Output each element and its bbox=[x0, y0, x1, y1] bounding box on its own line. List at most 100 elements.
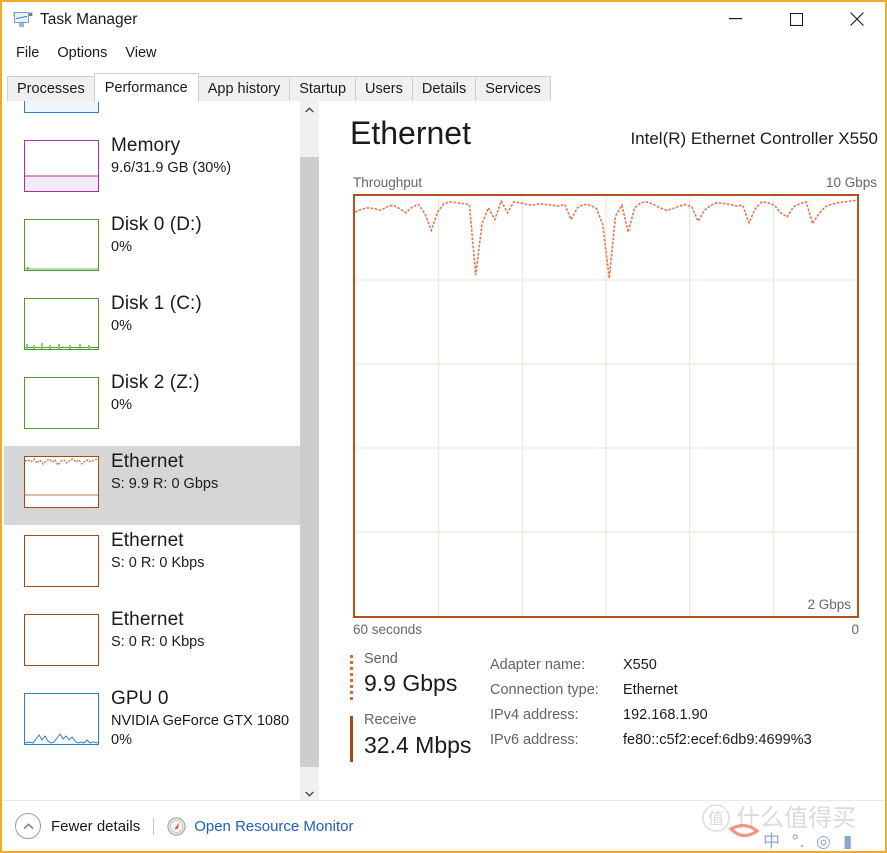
chevron-up-icon bbox=[305, 107, 314, 113]
sidebar-scrollbar[interactable] bbox=[300, 101, 319, 803]
page-title: Ethernet bbox=[350, 115, 471, 151]
stats-section: Send 9.9 Gbps Receive 32.4 Mbps Adapter … bbox=[350, 651, 880, 773]
graph-axis-label: Throughput bbox=[353, 175, 423, 190]
graph-time-label: 60 seconds bbox=[353, 622, 423, 637]
chart-gridlines bbox=[355, 196, 857, 616]
menu-item-options[interactable]: Options bbox=[48, 44, 116, 63]
scrollbar-thumb[interactable] bbox=[300, 157, 319, 767]
connection-type-label: Connection type: bbox=[490, 682, 599, 698]
task-manager-window: Task Manager File Options View Processes… bbox=[0, 0, 887, 853]
ipv6-value: fe80::c5f2:ecef:6db9:4699%3 bbox=[623, 732, 812, 748]
disk-2-thumbnail bbox=[24, 377, 99, 429]
menu-item-file[interactable]: File bbox=[7, 44, 48, 63]
ethernet-idle-2-label: Ethernet bbox=[111, 609, 184, 630]
resource-monitor-icon bbox=[167, 816, 186, 836]
minimize-button[interactable] bbox=[712, 2, 758, 36]
receive-label: Receive bbox=[364, 712, 417, 729]
sidebar-item-memory[interactable]: Memory 9.6/31.9 GB (30%) bbox=[4, 130, 300, 209]
memory-value: 9.6/31.9 GB (30%) bbox=[111, 159, 232, 176]
graph-bottom-labels: 60 seconds 0 bbox=[353, 622, 859, 637]
send-label: Send bbox=[364, 651, 398, 667]
pane-divider bbox=[322, 101, 323, 803]
disk-0-value: 0% bbox=[111, 238, 132, 255]
info-row: IPv6 address: fe80::c5f2:ecef:6db9:4699%… bbox=[490, 728, 880, 753]
sidebar-item-cpu[interactable]: 41% 4.01 GHz bbox=[4, 101, 300, 130]
ethernet-idle-1-label: Ethernet bbox=[111, 530, 184, 551]
ethernet-idle-1-value: S: 0 R: 0 Kbps bbox=[111, 554, 205, 571]
receive-stat: Receive 32.4 Mbps bbox=[350, 712, 490, 763]
memory-label: Memory bbox=[111, 135, 181, 156]
content-area: 41% 4.01 GHz Memory 9.6/31.9 GB (30%) bbox=[2, 101, 885, 803]
graph-max-label: 10 Gbps bbox=[825, 175, 877, 190]
info-row: Adapter name: X550 bbox=[490, 653, 880, 678]
send-marker-icon bbox=[350, 655, 353, 701]
menu-item-view[interactable]: View bbox=[116, 44, 165, 63]
sidebar-item-ethernet-idle-1[interactable]: Ethernet S: 0 R: 0 Kbps bbox=[4, 525, 300, 604]
title-bar: Task Manager bbox=[2, 2, 885, 38]
sidebar-item-ethernet-active[interactable]: Ethernet S: 9.9 R: 0 Gbps bbox=[4, 446, 300, 525]
ipv6-label: IPv6 address: bbox=[490, 732, 579, 748]
ethernet-active-label: Ethernet bbox=[111, 451, 184, 472]
throughput-stats: Send 9.9 Gbps Receive 32.4 Mbps bbox=[350, 651, 490, 773]
ethernet-active-value: S: 9.9 R: 0 Gbps bbox=[111, 475, 219, 492]
disk-1-value: 0% bbox=[111, 317, 132, 334]
disk-0-label: Disk 0 (D:) bbox=[111, 214, 202, 235]
throughput-graph: 2 Gbps bbox=[353, 194, 859, 618]
send-value: 9.9 Gbps bbox=[364, 670, 458, 697]
disk-2-label: Disk 2 (Z:) bbox=[111, 372, 200, 393]
ethernet-active-thumbnail bbox=[24, 456, 99, 508]
tab-app-history[interactable]: App history bbox=[197, 76, 291, 101]
tab-services[interactable]: Services bbox=[475, 76, 551, 101]
disk-0-thumbnail bbox=[24, 219, 99, 271]
window-title: Task Manager bbox=[40, 11, 138, 29]
task-manager-icon bbox=[13, 11, 33, 29]
connection-type-value: Ethernet bbox=[623, 682, 678, 698]
sidebar-item-disk-0[interactable]: Disk 0 (D:) 0% bbox=[4, 209, 300, 288]
disk-2-value: 0% bbox=[111, 396, 132, 413]
tab-processes[interactable]: Processes bbox=[7, 76, 95, 101]
scrollbar-up-button[interactable] bbox=[300, 101, 319, 119]
detail-pane: Ethernet Intel(R) Ethernet Controller X5… bbox=[332, 101, 885, 803]
tab-details[interactable]: Details bbox=[411, 76, 477, 101]
sidebar-item-gpu-0[interactable]: GPU 0 NVIDIA GeForce GTX 1080 0% bbox=[4, 683, 300, 762]
throughput-chart bbox=[355, 196, 857, 616]
chevron-down-icon bbox=[305, 791, 314, 797]
cpu-thumbnail bbox=[24, 101, 99, 113]
disk-1-label: Disk 1 (C:) bbox=[111, 293, 202, 314]
graph-scale-marker: 2 Gbps bbox=[807, 597, 851, 612]
close-icon bbox=[850, 12, 864, 26]
open-resource-monitor-link[interactable]: Open Resource Monitor bbox=[167, 816, 354, 836]
info-row: IPv4 address: 192.168.1.90 bbox=[490, 703, 880, 728]
open-resource-monitor-label: Open Resource Monitor bbox=[194, 817, 354, 835]
fewer-details-button[interactable]: Fewer details bbox=[15, 813, 140, 839]
tab-performance[interactable]: Performance bbox=[93, 73, 199, 102]
status-separator bbox=[153, 817, 155, 835]
ethernet-idle-2-value: S: 0 R: 0 Kbps bbox=[111, 633, 205, 650]
memory-thumbnail bbox=[24, 140, 99, 192]
gpu-0-thumbnail bbox=[24, 693, 99, 745]
maximize-button[interactable] bbox=[773, 2, 819, 36]
fewer-details-label: Fewer details bbox=[51, 817, 141, 835]
detail-header: Ethernet Intel(R) Ethernet Controller X5… bbox=[350, 117, 878, 149]
sidebar-item-disk-2[interactable]: Disk 2 (Z:) 0% bbox=[4, 367, 300, 446]
info-row: Connection type: Ethernet bbox=[490, 678, 880, 703]
close-button[interactable] bbox=[834, 2, 880, 36]
ethernet-idle-1-thumbnail bbox=[24, 535, 99, 587]
tab-startup[interactable]: Startup bbox=[289, 76, 357, 101]
maximize-icon bbox=[789, 12, 803, 26]
graph-top-labels: Throughput 10 Gbps bbox=[353, 175, 877, 190]
gpu-0-label: GPU 0 bbox=[111, 688, 169, 709]
ethernet-idle-2-thumbnail bbox=[24, 614, 99, 666]
sidebar-item-ethernet-idle-2[interactable]: Ethernet S: 0 R: 0 Kbps bbox=[4, 604, 300, 683]
send-stat: Send 9.9 Gbps bbox=[350, 651, 490, 701]
gpu-0-value: 0% bbox=[111, 732, 132, 749]
menu-bar: File Options View bbox=[2, 40, 885, 66]
resource-list[interactable]: 41% 4.01 GHz Memory 9.6/31.9 GB (30%) bbox=[4, 101, 300, 803]
sidebar-item-disk-1[interactable]: Disk 1 (C:) 0% bbox=[4, 288, 300, 367]
receive-value: 32.4 Mbps bbox=[364, 731, 472, 758]
status-bar: Fewer details Open Resource Monitor bbox=[2, 800, 885, 851]
adapter-name-value: X550 bbox=[623, 657, 657, 673]
tab-users[interactable]: Users bbox=[355, 76, 413, 101]
tab-strip: Processes Performance App history Startu… bbox=[2, 72, 885, 102]
gpu-0-model: NVIDIA GeForce GTX 1080 bbox=[111, 712, 290, 729]
